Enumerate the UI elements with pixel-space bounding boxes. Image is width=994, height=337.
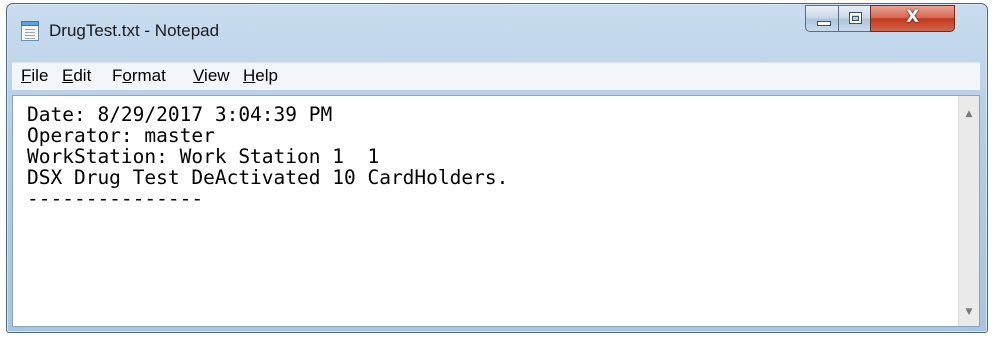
close-icon: X	[905, 7, 920, 27]
menu-file[interactable]: File	[21, 66, 48, 86]
notepad-window: DrugTest.txt - Notepad X File Edit Forma…	[6, 3, 988, 333]
text-line: WorkStation: Work Station 1 1	[27, 145, 380, 168]
menu-edit[interactable]: Edit	[62, 66, 91, 86]
scroll-up-arrow-icon[interactable]: ▲	[959, 104, 979, 124]
menu-format[interactable]: Format	[112, 66, 166, 86]
text-line: Date: 8/29/2017 3:04:39 PM	[27, 104, 333, 126]
window-title: DrugTest.txt - Notepad	[49, 21, 220, 40]
close-button[interactable]: X	[870, 5, 955, 32]
maximize-icon	[849, 12, 862, 24]
text-line: ---------------	[27, 187, 204, 210]
scroll-down-arrow-icon[interactable]: ▼	[959, 302, 979, 322]
minimize-icon	[817, 21, 831, 26]
title-bar[interactable]: DrugTest.txt - Notepad X	[7, 4, 987, 57]
menu-bar: File Edit Format View Help	[12, 62, 980, 90]
maximize-button[interactable]	[838, 5, 871, 32]
text-editor[interactable]: Date: 8/29/2017 3:04:39 PM Operator: mast…	[12, 95, 980, 327]
menu-help[interactable]: Help	[243, 66, 278, 86]
vertical-scrollbar[interactable]: ▲ ▼	[958, 96, 979, 326]
document-text[interactable]: Date: 8/29/2017 3:04:39 PM Operator: mast…	[27, 104, 947, 324]
minimize-button[interactable]	[805, 5, 839, 32]
notepad-icon[interactable]	[21, 21, 39, 41]
menu-view[interactable]: View	[193, 66, 230, 86]
text-line: DSX Drug Test DeActivated 10 CardHolders…	[27, 166, 509, 189]
text-line: Operator: master	[27, 124, 215, 147]
